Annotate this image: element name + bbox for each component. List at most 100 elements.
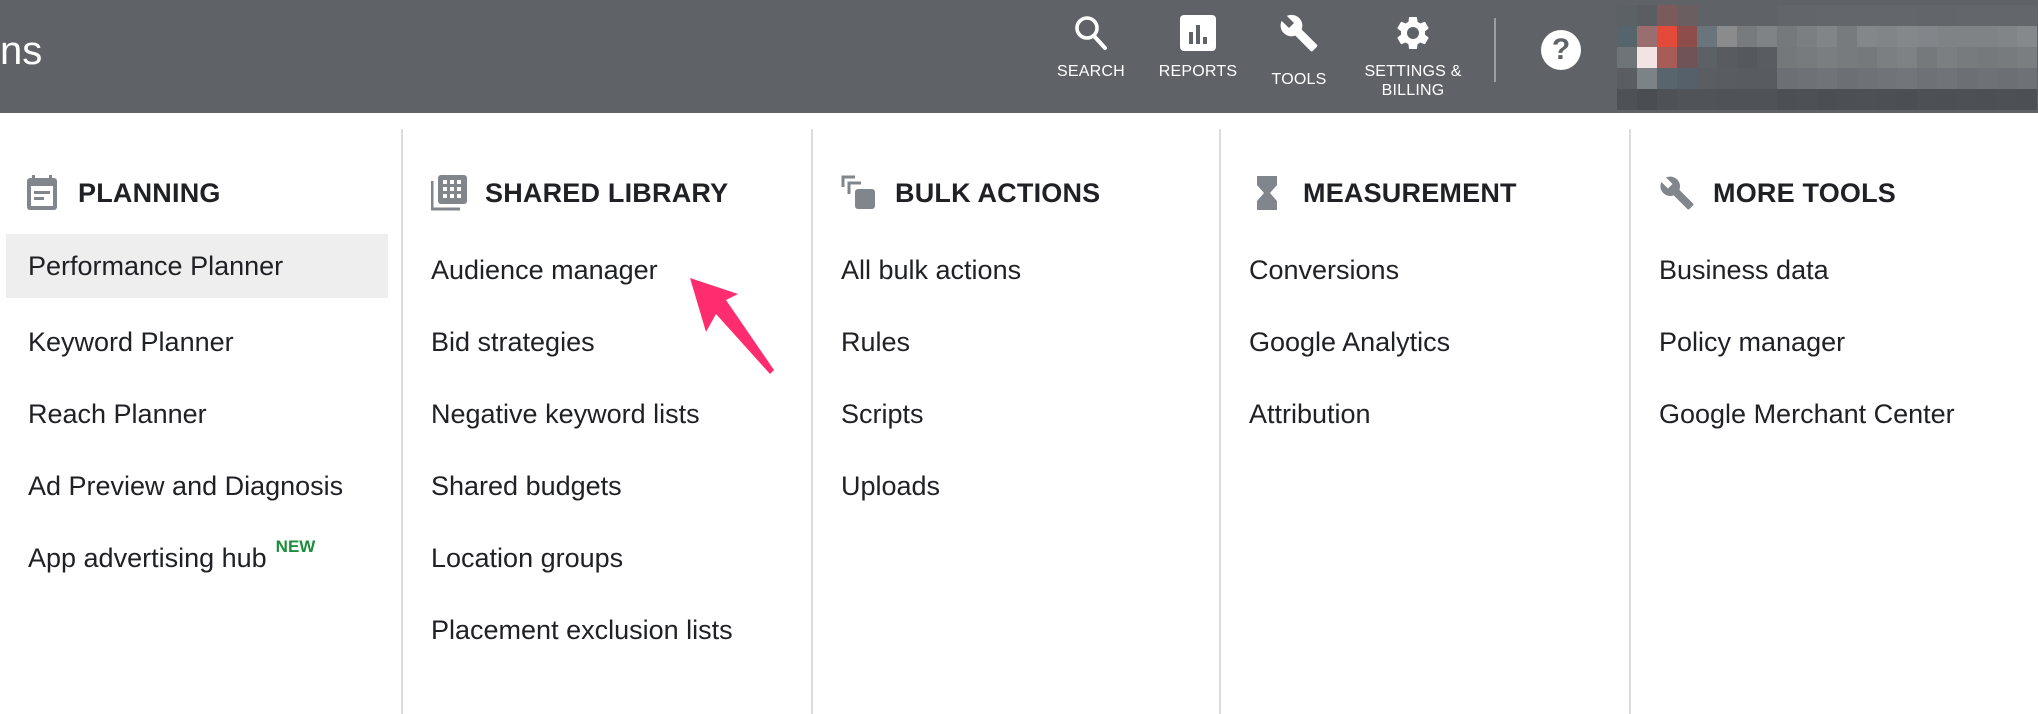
hourglass-icon: [1249, 175, 1285, 211]
column-title: BULK ACTIONS: [895, 177, 1101, 208]
redacted-pixel: [1637, 5, 1657, 26]
redacted-pixel: [1957, 89, 1977, 110]
help-button[interactable]: ?: [1541, 30, 1581, 70]
menu-list: Performance Planner Keyword Planner Reac…: [0, 234, 401, 594]
menu-item-policy-manager[interactable]: Policy manager: [1631, 306, 2038, 378]
redacted-pixel: [1837, 5, 1857, 26]
redacted-pixel: [1977, 68, 1997, 89]
calendar-icon: [24, 175, 60, 211]
redacted-pixel: [1657, 68, 1677, 89]
redacted-pixel: [1697, 89, 1717, 110]
bulk-actions-icon: [841, 175, 877, 211]
column-title: PLANNING: [78, 177, 221, 208]
menu-item-all-bulk-actions[interactable]: All bulk actions: [813, 234, 1219, 306]
redacted-pixel: [1697, 26, 1717, 47]
settings-billing-label: SETTINGS & BILLING: [1364, 63, 1462, 99]
redacted-pixel: [1997, 5, 2017, 26]
redacted-pixel: [1757, 26, 1777, 47]
redacted-pixel: [1697, 5, 1717, 26]
app-title: ns: [0, 29, 43, 73]
redacted-pixel: [1937, 5, 1957, 26]
reports-icon: [1178, 12, 1218, 54]
menu-item-google-merchant-center[interactable]: Google Merchant Center: [1631, 378, 2038, 450]
column-title: MEASUREMENT: [1303, 177, 1517, 208]
menu-item-negative-keyword-lists[interactable]: Negative keyword lists: [403, 378, 811, 450]
menu-item-app-advertising-hub[interactable]: App advertising hub NEW: [6, 522, 388, 594]
redacted-pixel: [1897, 5, 1917, 26]
wrench-icon: [1279, 12, 1319, 54]
redacted-pixel: [1757, 47, 1777, 68]
redacted-pixel: [1617, 68, 1637, 89]
menu-item-bid-strategies[interactable]: Bid strategies: [403, 306, 811, 378]
library-icon: [431, 175, 467, 211]
menu-item-audience-manager[interactable]: Audience manager: [403, 234, 811, 306]
column-title: SHARED LIBRARY: [485, 177, 729, 208]
redacted-pixel: [1917, 26, 1937, 47]
menu-item-business-data[interactable]: Business data: [1631, 234, 2038, 306]
redacted-pixel: [1677, 47, 1697, 68]
redacted-pixel: [1817, 89, 1837, 110]
redacted-pixel: [1617, 47, 1637, 68]
redacted-pixel: [1857, 5, 1877, 26]
redacted-pixel: [1717, 89, 1737, 110]
menu-column-bulk-actions: BULK ACTIONS All bulk actions Rules Scri…: [811, 129, 1219, 714]
redacted-pixel: [1657, 5, 1677, 26]
redacted-pixel: [1717, 26, 1737, 47]
redacted-pixel: [1957, 5, 1977, 26]
redacted-pixel: [1737, 26, 1757, 47]
menu-item-placement-exclusion-lists[interactable]: Placement exclusion lists: [403, 594, 811, 666]
redacted-pixel: [1637, 47, 1657, 68]
redacted-pixel: [1937, 68, 1957, 89]
menu-item-ad-preview-and-diagnosis[interactable]: Ad Preview and Diagnosis: [6, 450, 388, 522]
redacted-pixel: [1797, 47, 1817, 68]
redacted-pixel: [1797, 5, 1817, 26]
reports-label: REPORTS: [1158, 63, 1238, 80]
redacted-pixel: [1877, 47, 1897, 68]
redacted-pixel: [1797, 89, 1817, 110]
column-title: MORE TOOLS: [1713, 177, 1897, 208]
search-button[interactable]: SEARCH: [1031, 12, 1151, 104]
menu-item-scripts[interactable]: Scripts: [813, 378, 1219, 450]
tools-button[interactable]: TOOLS: [1239, 12, 1359, 104]
redacted-pixel: [1837, 89, 1857, 110]
menu-item-rules[interactable]: Rules: [813, 306, 1219, 378]
redacted-pixel: [1737, 5, 1757, 26]
menu-item-keyword-planner[interactable]: Keyword Planner: [6, 306, 388, 378]
redacted-pixel: [1777, 68, 1797, 89]
menu-item-performance-planner[interactable]: Performance Planner: [6, 234, 388, 298]
gear-icon: [1393, 12, 1433, 54]
redacted-pixel: [2017, 5, 2037, 26]
redacted-pixel: [1897, 26, 1917, 47]
redacted-pixel: [1977, 89, 1997, 110]
redacted-pixel: [2017, 47, 2037, 68]
menu-item-attribution[interactable]: Attribution: [1221, 378, 1629, 450]
menu-item-uploads[interactable]: Uploads: [813, 450, 1219, 522]
settings-billing-button[interactable]: SETTINGS & BILLING: [1353, 12, 1473, 104]
redacted-pixel: [1697, 68, 1717, 89]
menu-item-conversions[interactable]: Conversions: [1221, 234, 1629, 306]
redacted-pixel: [1617, 26, 1637, 47]
redacted-pixel: [1777, 47, 1797, 68]
redacted-pixel: [1857, 68, 1877, 89]
menu-item-google-analytics[interactable]: Google Analytics: [1221, 306, 1629, 378]
redacted-pixel: [1657, 26, 1677, 47]
redacted-pixel: [1677, 68, 1697, 89]
menu-item-shared-budgets[interactable]: Shared budgets: [403, 450, 811, 522]
redacted-pixel: [1937, 47, 1957, 68]
account-info-redacted[interactable]: [1617, 5, 2038, 110]
redacted-pixel: [2017, 89, 2037, 110]
redacted-pixel: [1617, 5, 1637, 26]
menu-list: Conversions Google Analytics Attribution: [1221, 234, 1629, 450]
menu-item-reach-planner[interactable]: Reach Planner: [6, 378, 388, 450]
redacted-pixel: [1917, 89, 1937, 110]
redacted-pixel: [1997, 89, 2017, 110]
redacted-pixel: [1637, 89, 1657, 110]
redacted-pixel: [1897, 68, 1917, 89]
redacted-pixel: [1717, 47, 1737, 68]
menu-item-location-groups[interactable]: Location groups: [403, 522, 811, 594]
redacted-pixel: [1877, 89, 1897, 110]
redacted-pixel: [1737, 68, 1757, 89]
menu-column-planning: PLANNING Performance Planner Keyword Pla…: [0, 129, 401, 714]
menu-list: Business data Policy manager Google Merc…: [1631, 234, 2038, 450]
redacted-pixel: [1697, 47, 1717, 68]
